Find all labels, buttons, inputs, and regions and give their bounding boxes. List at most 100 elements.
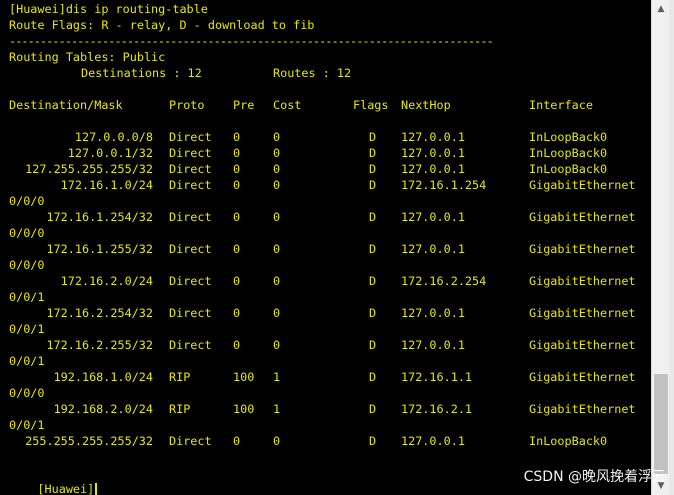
destinations-count: Destinations : 12 <box>81 66 202 80</box>
table-row: 172.16.1.254/32 Direct 0 0 D 127.0.0.1 Gigabit… <box>9 209 649 225</box>
route-interface-wrap: 0/0/0 <box>9 194 45 208</box>
route-interface-wrap: 0/0/1 <box>9 290 45 304</box>
route-interface: InLoopBack0 <box>529 162 608 176</box>
table-row: 172.16.2.255/32 Direct 0 0 D 127.0.0.1 Gigabit… <box>9 337 649 353</box>
separator-line: ----------------------------------------… <box>9 34 494 48</box>
route-flags: D <box>369 306 377 320</box>
route-pre: 0 <box>233 178 241 192</box>
table-row: 172.16.2.254/32 Direct 0 0 D 127.0.0.1 Gigabit… <box>9 305 649 321</box>
summary-line: Destinations : 12 Routes : 12 <box>9 65 649 81</box>
route-destination: 172.16.2.255/32 <box>46 338 153 352</box>
route-interface: InLoopBack0 <box>529 434 608 448</box>
table-row: 127.0.0.1/32 Direct 0 0 D 127.0.0.1 InLoopBack… <box>9 145 649 161</box>
command-line: [Huawei]dis ip routing-table <box>9 2 208 16</box>
route-flags: D <box>369 338 377 352</box>
header-nexthop: NextHop <box>401 98 451 112</box>
route-nexthop: 127.0.0.1 <box>401 210 465 224</box>
route-proto: Direct <box>169 434 212 448</box>
table-row: 192.168.1.0/24 RIP 100 1 D 172.16.1.1 GigabitE… <box>9 369 649 385</box>
vertical-scrollbar[interactable]: ▲ ▼ <box>651 0 670 495</box>
route-destination: 127.0.0.1/32 <box>67 146 153 160</box>
route-cost: 0 <box>273 338 281 352</box>
route-interface-wrap: 0/0/1 <box>9 354 45 368</box>
route-interface-wrap: 0/0/1 <box>9 418 45 432</box>
route-pre: 100 <box>233 402 255 416</box>
route-pre: 0 <box>233 130 241 144</box>
route-interface: InLoopBack0 <box>529 130 608 144</box>
route-interface-wrap: 0/0/0 <box>9 258 45 272</box>
routes-count: Routes : 12 <box>273 66 352 80</box>
route-proto: Direct <box>169 274 212 288</box>
route-pre: 0 <box>233 338 241 352</box>
route-flags-line: Route Flags: R - relay, D - download to … <box>9 18 315 32</box>
route-interface-wrap: 0/0/0 <box>9 386 45 400</box>
watermark: CSDN @晚风挽着浮云 <box>523 469 666 485</box>
route-cost: 0 <box>273 306 281 320</box>
route-flags: D <box>369 210 377 224</box>
route-destination: 172.16.1.254/32 <box>46 210 153 224</box>
route-flags: D <box>369 130 377 144</box>
route-cost: 0 <box>273 274 281 288</box>
table-row: 172.16.1.0/24 Direct 0 0 D 172.16.1.254 Gigabi… <box>9 177 649 193</box>
route-pre: 0 <box>233 162 241 176</box>
table-row: 172.16.2.0/24 Direct 0 0 D 172.16.2.254 Gigabi… <box>9 273 649 289</box>
table-row: 192.168.2.0/24 RIP 100 1 D 172.16.2.1 GigabitE… <box>9 401 649 417</box>
table-header: Destination/Mask Proto Pre Cost Flags Ne… <box>9 97 649 113</box>
route-interface: GigabitEthernet <box>529 210 636 224</box>
route-cost: 0 <box>273 130 281 144</box>
route-proto: Direct <box>169 146 212 160</box>
route-proto: Direct <box>169 242 212 256</box>
route-cost: 0 <box>273 178 281 192</box>
route-flags: D <box>369 370 377 384</box>
header-destination: Destination/Mask <box>9 98 123 112</box>
window-frame <box>669 0 674 495</box>
route-interface: GigabitEthernet <box>529 178 636 192</box>
route-interface: GigabitEthernet <box>529 242 636 256</box>
route-cost: 0 <box>273 434 281 448</box>
header-proto: Proto <box>169 98 205 112</box>
route-destination: 127.255.255.255/32 <box>25 162 153 176</box>
route-flags: D <box>369 434 377 448</box>
route-proto: RIP <box>169 370 191 384</box>
route-flags: D <box>369 402 377 416</box>
route-interface: GigabitEthernet <box>529 370 636 384</box>
route-proto: Direct <box>169 162 212 176</box>
route-destination: 172.16.2.0/24 <box>60 274 153 288</box>
route-pre: 0 <box>233 306 241 320</box>
route-destination: 127.0.0.0/8 <box>74 130 153 144</box>
prompt-line[interactable]: [Huawei] <box>9 465 98 495</box>
route-interface: GigabitEthernet <box>529 402 636 416</box>
route-cost: 1 <box>273 402 281 416</box>
route-flags: D <box>369 242 377 256</box>
route-pre: 0 <box>233 274 241 288</box>
route-nexthop: 127.0.0.1 <box>401 242 465 256</box>
route-destination: 192.168.1.0/24 <box>53 370 153 384</box>
route-nexthop: 127.0.0.1 <box>401 146 465 160</box>
route-cost: 1 <box>273 370 281 384</box>
route-pre: 0 <box>233 434 241 448</box>
route-destination: 172.16.1.255/32 <box>46 242 153 256</box>
route-proto: Direct <box>169 306 212 320</box>
route-nexthop: 172.16.2.1 <box>401 402 473 416</box>
header-pre: Pre <box>233 98 255 112</box>
route-proto: Direct <box>169 130 212 144</box>
route-pre: 100 <box>233 370 255 384</box>
route-nexthop: 172.16.2.254 <box>401 274 487 288</box>
text-cursor <box>95 482 98 495</box>
route-interface-wrap: 0/0/0 <box>9 226 45 240</box>
prompt: [Huawei] <box>37 482 95 495</box>
route-interface: GigabitEthernet <box>529 338 636 352</box>
route-nexthop: 127.0.0.1 <box>401 306 465 320</box>
route-proto: Direct <box>169 178 212 192</box>
route-flags: D <box>369 162 377 176</box>
scroll-up-button[interactable]: ▲ <box>652 0 670 18</box>
route-nexthop: 127.0.0.1 <box>401 338 465 352</box>
scrollbar-thumb[interactable] <box>654 374 668 474</box>
terminal-window[interactable]: [Huawei]dis ip routing-table Route Flags… <box>0 0 651 495</box>
route-proto: Direct <box>169 210 212 224</box>
route-interface: GigabitEthernet <box>529 274 636 288</box>
route-pre: 0 <box>233 210 241 224</box>
route-destination: 172.16.2.254/32 <box>46 306 153 320</box>
header-flags: Flags <box>353 98 389 112</box>
route-destination: 192.168.2.0/24 <box>53 402 153 416</box>
